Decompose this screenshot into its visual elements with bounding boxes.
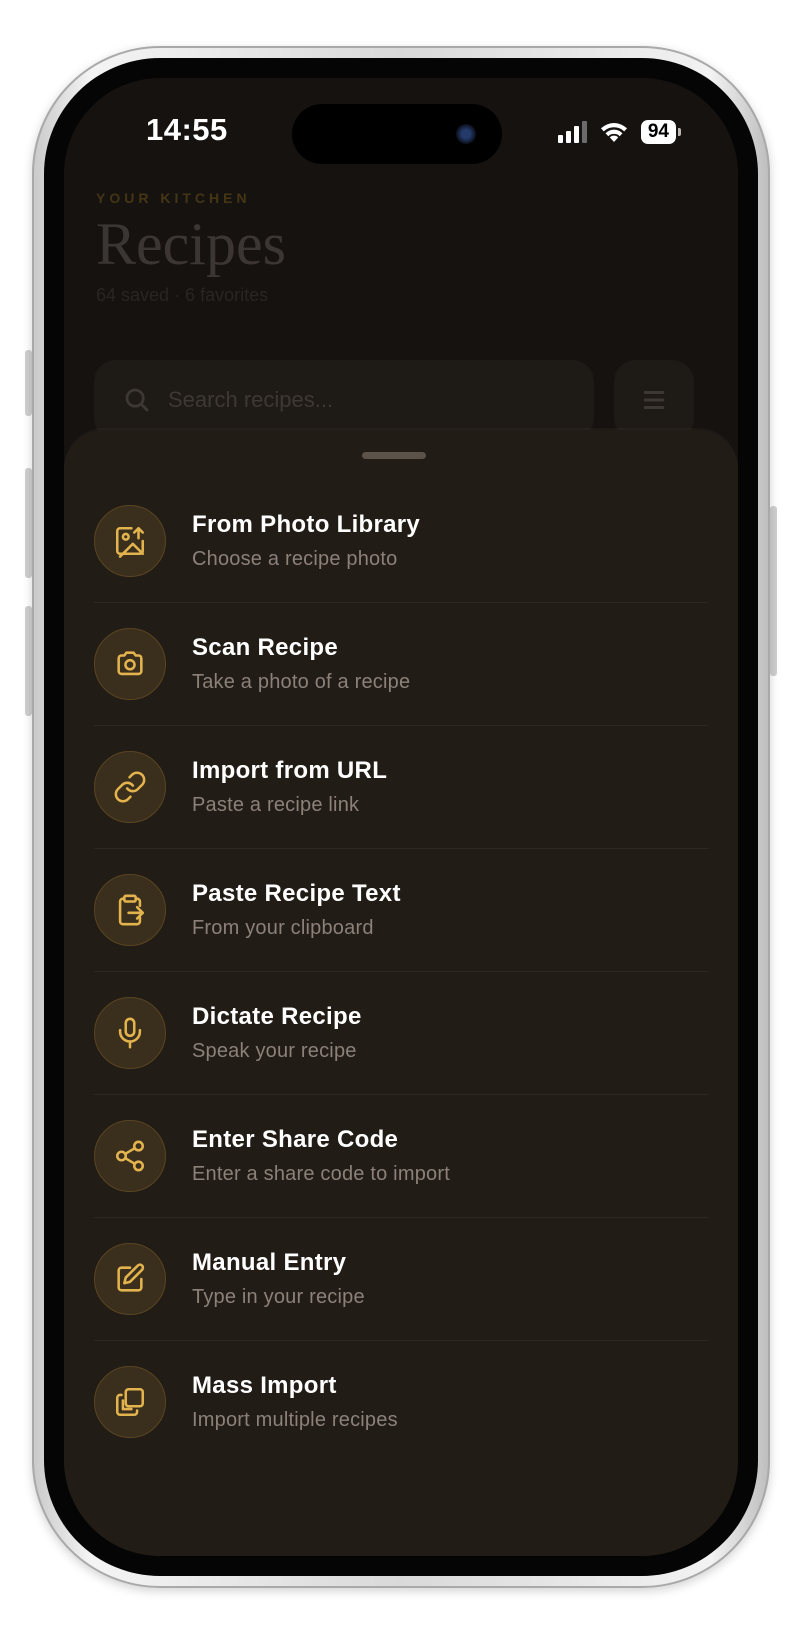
option-subtitle: From your clipboard [192,917,374,939]
phone-bezel: 14:55 94 YOUR KITCHEN Recipes 64 saved ·… [44,58,758,1576]
phone-frame: 14:55 94 YOUR KITCHEN Recipes 64 saved ·… [32,46,770,1588]
filter-icon [643,391,665,409]
icon-badge [94,1120,166,1192]
option-title: Import from URL [192,757,388,784]
search-placeholder: Search recipes... [168,387,334,412]
dynamic-island [292,104,502,164]
icon-badge [94,751,166,823]
cellular-signal-icon [557,121,587,143]
option-paste-text[interactable]: Paste Recipe Text From your clipboard [94,848,708,971]
clipboard-icon [118,894,145,926]
share-icon [115,1140,145,1172]
edit-icon [117,1263,145,1292]
power-button [770,506,777,676]
icon-badge [94,874,166,946]
option-subtitle: Enter a share code to import [192,1163,450,1185]
add-recipe-sheet: From Photo Library Choose a recipe photo… [64,430,738,1556]
volume-up-button [25,468,32,578]
copy-icon [115,1387,145,1417]
option-subtitle: Import multiple recipes [192,1409,398,1431]
icon-badge [94,628,166,700]
option-dictate[interactable]: Dictate Recipe Speak your recipe [94,971,708,1094]
icon-badge [94,997,166,1069]
option-mass-import[interactable]: Mass Import Import multiple recipes [94,1340,708,1463]
icon-badge [94,505,166,577]
icon-badge [94,1243,166,1315]
page-title: Recipes [96,211,286,277]
header-eyebrow: YOUR KITCHEN [96,190,251,206]
option-photo-library[interactable]: From Photo Library Choose a recipe photo [94,480,708,602]
volume-down-button [25,606,32,716]
option-subtitle: Take a photo of a recipe [192,671,411,693]
status-time: 14:55 [146,112,228,147]
icon-badge [94,1366,166,1438]
option-title: Mass Import [192,1372,337,1399]
option-title: From Photo Library [192,511,421,538]
option-title: Paste Recipe Text [192,880,401,907]
wifi-icon [600,123,627,142]
option-title: Scan Recipe [192,634,339,661]
import-options-list: From Photo Library Choose a recipe photo… [94,480,708,1463]
recipe-count: 64 saved · 6 favorites [96,285,269,305]
recipes-header: YOUR KITCHEN Recipes 64 saved · 6 favori… [96,190,286,306]
option-manual-entry[interactable]: Manual Entry Type in your recipe [94,1217,708,1340]
search-icon [125,388,149,412]
status-indicators: 94 [557,120,682,144]
screen: 14:55 94 YOUR KITCHEN Recipes 64 saved ·… [64,78,738,1556]
option-subtitle: Paste a recipe link [192,794,360,816]
filter-button [614,360,694,440]
option-title: Manual Entry [192,1249,347,1276]
sheet-grabber[interactable] [362,452,426,459]
option-scan-recipe[interactable]: Scan Recipe Take a photo of a recipe [94,602,708,725]
camera-icon [117,651,143,676]
battery-indicator: 94 [640,120,682,144]
option-subtitle: Type in your recipe [192,1286,365,1308]
front-camera-icon [456,124,476,144]
search-bar: Search recipes... [94,360,594,440]
option-title: Enter Share Code [192,1126,399,1153]
option-share-code[interactable]: Enter Share Code Enter a share code to i… [94,1094,708,1217]
microphone-icon [118,1017,142,1049]
option-subtitle: Choose a recipe photo [192,548,398,570]
action-button [25,350,32,416]
link-icon [114,771,146,803]
option-subtitle: Speak your recipe [192,1040,357,1062]
option-import-url[interactable]: Import from URL Paste a recipe link [94,725,708,848]
photo-library-icon [115,526,145,558]
option-title: Dictate Recipe [192,1003,362,1030]
